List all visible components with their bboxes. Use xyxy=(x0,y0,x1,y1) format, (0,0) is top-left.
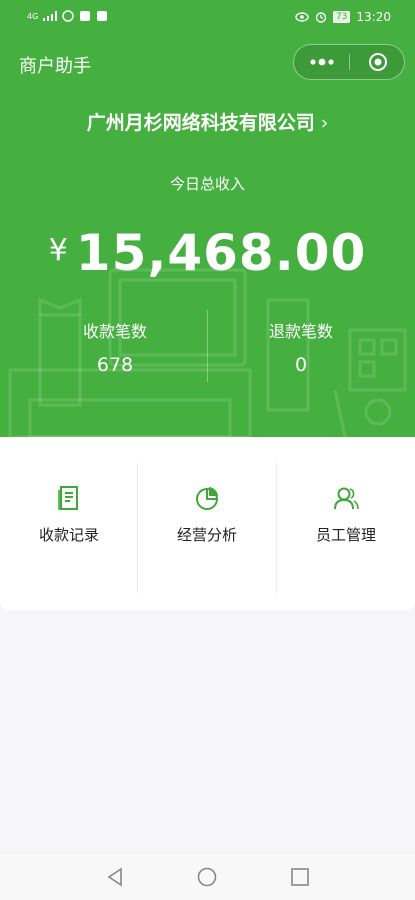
alarm-icon xyxy=(315,12,327,23)
currency-symbol: ¥ xyxy=(48,233,68,268)
status-bar: 4G 73 13:20 xyxy=(0,0,415,36)
notification-icon xyxy=(62,10,75,22)
page-title: 商户助手 xyxy=(19,56,91,77)
signal-icon: 4G xyxy=(27,11,39,21)
hero-panel: 4G 73 13:20 商户助手 广州月杉网络科技有限公司 › 今日总收入 ¥ … xyxy=(0,0,415,437)
income-label: 今日总收入 xyxy=(169,175,245,193)
stat-label: 收款笔数 xyxy=(82,322,147,341)
stat-value: 0 xyxy=(294,354,308,376)
more-button[interactable] xyxy=(294,45,349,79)
menu-item-business-analysis[interactable]: 经营分析 xyxy=(138,437,276,610)
status-time: 13:20 xyxy=(356,10,391,24)
stat-divider xyxy=(207,310,208,382)
navigation-bar: 商户助手 xyxy=(0,42,415,86)
function-menu: 收款记录 经营分析 员工管理 xyxy=(0,437,415,610)
income-amount: ¥15,468.00 xyxy=(0,224,415,282)
menu-label: 经营分析 xyxy=(176,526,237,544)
receipt-icon xyxy=(58,486,78,510)
stat-value: 678 xyxy=(96,354,134,376)
stat-label: 退款笔数 xyxy=(268,322,333,341)
close-button[interactable] xyxy=(350,45,405,79)
recent-apps-icon[interactable] xyxy=(288,865,312,889)
close-mini-program-icon xyxy=(368,53,387,71)
company-name: 广州月杉网络科技有限公司 xyxy=(86,112,315,134)
signal-bars-icon xyxy=(43,11,58,21)
company-selector[interactable]: 广州月杉网络科技有限公司 › xyxy=(0,108,415,135)
staff-icon xyxy=(334,487,359,510)
back-icon[interactable] xyxy=(103,865,127,889)
menu-label: 员工管理 xyxy=(315,526,376,544)
eye-comfort-icon xyxy=(295,12,309,22)
app-notification-icon xyxy=(80,11,91,21)
stat-payments: 收款笔数 678 xyxy=(45,318,185,376)
menu-item-staff-management[interactable]: 员工管理 xyxy=(277,437,415,610)
chevron-right-icon: › xyxy=(320,112,329,134)
app-notification-icon-2 xyxy=(97,11,108,21)
more-icon xyxy=(309,58,334,66)
stat-refunds: 退款笔数 0 xyxy=(231,318,371,376)
home-icon[interactable] xyxy=(195,865,219,889)
battery-icon: 73 xyxy=(332,11,351,23)
menu-item-payment-records[interactable]: 收款记录 xyxy=(0,437,138,610)
amount-value: 15,468.00 xyxy=(75,224,367,282)
menu-label: 收款记录 xyxy=(38,526,99,544)
system-navigation-bar xyxy=(0,852,415,900)
pie-chart-icon xyxy=(196,487,218,510)
capsule-menu xyxy=(293,44,405,80)
